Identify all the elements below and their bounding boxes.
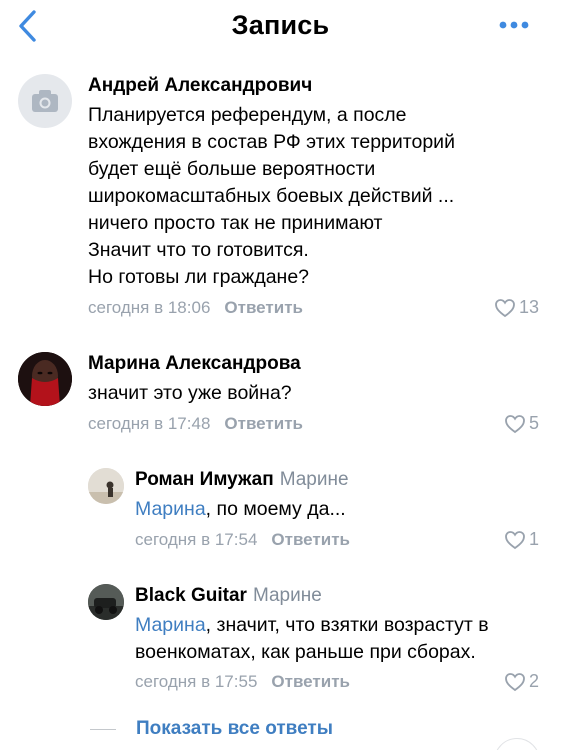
comment-meta: сегодня в 18:06 Ответить [88, 298, 303, 318]
reply-button[interactable]: Ответить [271, 530, 350, 549]
reply-author: Роман Имужап Марине [135, 468, 349, 492]
reply-time: сегодня в 17:55 [135, 672, 258, 691]
user-photo-icon [88, 468, 124, 504]
comment-text-line: вхождения в состав РФ этих территорий [88, 131, 455, 153]
heart-icon [505, 672, 525, 691]
comment-text-line: Но готовы ли граждане? [88, 266, 310, 288]
comment-text-line: Значит что то готовится. [88, 239, 309, 261]
reply-text-line: , значит, что взятки возрастут в [205, 614, 489, 636]
like-count: 1 [528, 529, 539, 549]
more-button[interactable] [497, 14, 533, 36]
comment-author[interactable]: Марина Александрова [88, 352, 301, 376]
reply-text: Марина, значит, что взятки возрастут в в… [135, 612, 489, 666]
heart-icon [495, 298, 515, 317]
show-all-replies-button[interactable]: Показать все ответы [90, 718, 333, 740]
comment-text-line: значит это уже война? [88, 382, 292, 404]
like-count: 2 [528, 671, 539, 691]
page-title: Запись [231, 10, 330, 40]
like-button[interactable]: 1 [504, 529, 539, 550]
comment-time: сегодня в 17:48 [88, 414, 211, 433]
reply-to-label[interactable]: Марине [253, 585, 322, 606]
comment-text: Планируется референдум, а после вхождени… [88, 102, 455, 291]
reply-author-name[interactable]: Роман Имужап [135, 469, 274, 490]
like-button[interactable]: 5 [504, 413, 539, 434]
navigation-bar: Запись [0, 0, 561, 56]
comment-author[interactable]: Андрей Александрович [88, 74, 455, 98]
reply-author-name[interactable]: Black Guitar [135, 585, 247, 606]
more-horizontal-icon [499, 21, 529, 29]
mention-link[interactable]: Марина [135, 498, 206, 520]
comment-text: значит это уже война? [88, 380, 301, 407]
like-count: 5 [528, 413, 539, 433]
comment-time: сегодня в 18:06 [88, 298, 211, 317]
comment-meta: сегодня в 17:48 Ответить [88, 414, 303, 434]
reply-button[interactable]: Ответить [224, 298, 303, 317]
show-all-replies-label: Показать все ответы [136, 718, 333, 739]
reply-author: Black Guitar Марине [135, 584, 489, 608]
reply-meta: сегодня в 17:54 Ответить [135, 530, 350, 550]
like-button[interactable]: 2 [504, 671, 539, 692]
comment-text-line: широкомасштабных боевых действий ... [88, 185, 455, 207]
heart-icon [505, 414, 525, 433]
like-count: 13 [518, 297, 539, 317]
scroll-down-button[interactable] [494, 738, 540, 750]
user-photo-icon [18, 352, 72, 406]
divider [90, 728, 116, 730]
user-photo-icon [88, 584, 124, 620]
comment-text-line: будет ещё больше вероятности [88, 158, 376, 180]
avatar[interactable] [18, 74, 72, 128]
reply-button[interactable]: Ответить [271, 672, 350, 691]
reply-to-label[interactable]: Марине [280, 469, 349, 490]
reply-time: сегодня в 17:54 [135, 530, 258, 549]
reply-button[interactable]: Ответить [224, 414, 303, 433]
reply-text: Марина, по моему да... [135, 496, 349, 523]
reply-meta: сегодня в 17:55 Ответить [135, 672, 350, 692]
reply-text-line: , по моему да... [205, 498, 346, 520]
comment-text-line: ничего просто так не принимают [88, 212, 383, 234]
avatar[interactable] [88, 584, 124, 620]
avatar[interactable] [18, 352, 72, 406]
camera-icon [32, 90, 58, 112]
reply-text-line: военкоматах, как раньше при сборах. [135, 641, 476, 663]
comment-text-line: Планируется референдум, а после [88, 104, 407, 126]
heart-icon [505, 530, 525, 549]
like-button[interactable]: 13 [494, 297, 539, 318]
mention-link[interactable]: Марина [135, 614, 206, 636]
avatar[interactable] [88, 468, 124, 504]
